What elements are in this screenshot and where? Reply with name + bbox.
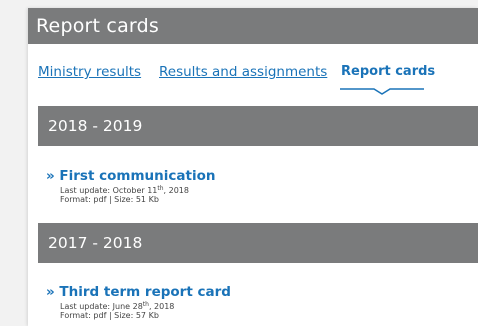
- document-link-first-communication[interactable]: » First communication: [46, 168, 215, 184]
- tab-results-and-assignments[interactable]: Results and assignments: [159, 64, 327, 80]
- document-link-third-term-report-card[interactable]: » Third term report card: [46, 284, 231, 300]
- last-update-line: Last update: October 11th, 2018: [60, 185, 189, 195]
- format-size-line: Format: pdf | Size: 51 Kb: [60, 195, 159, 204]
- section-year-2018-2019: 2018 - 2019: [38, 106, 478, 146]
- tab-report-cards[interactable]: Report cards: [341, 64, 435, 79]
- document-meta: Last update: June 28th, 2018 Format: pdf…: [60, 301, 175, 320]
- document-meta: Last update: October 11th, 2018 Format: …: [60, 185, 189, 204]
- last-update-line: Last update: June 28th, 2018: [60, 301, 175, 311]
- tab-ministry-results[interactable]: Ministry results: [38, 64, 141, 80]
- tab-bar: Ministry results Results and assignments…: [28, 44, 478, 96]
- section-year-2017-2018: 2017 - 2018: [38, 223, 478, 263]
- report-cards-panel: Report cards Ministry results Results an…: [28, 8, 478, 326]
- page-title: Report cards: [28, 8, 478, 44]
- active-tab-indicator: [340, 88, 424, 95]
- format-size-line: Format: pdf | Size: 57 Kb: [60, 311, 159, 320]
